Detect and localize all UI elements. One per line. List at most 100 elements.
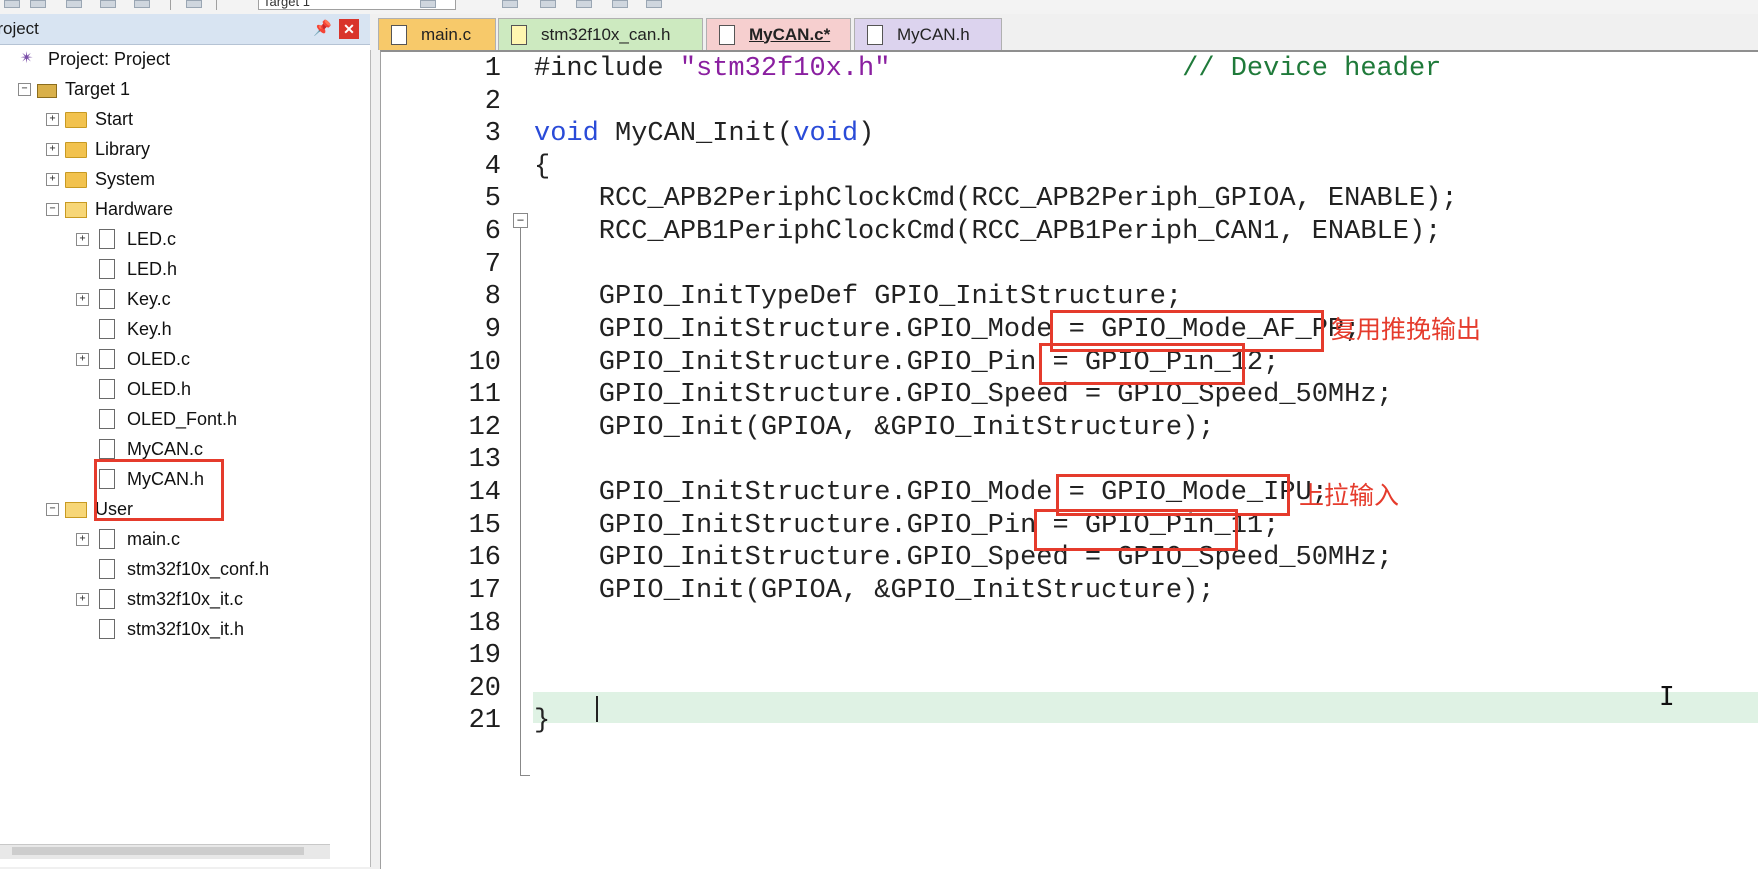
tree-item-label: System xyxy=(95,168,156,189)
mycan-files-highlight xyxy=(94,459,224,521)
toolbar-button[interactable] xyxy=(186,0,202,8)
project-panel-title: Project xyxy=(0,19,39,38)
code-line-16: GPIO_InitStructure.GPIO_Speed = GPIO_Spe… xyxy=(534,543,1393,573)
expand-icon[interactable]: + xyxy=(46,172,59,186)
line-number: 6 xyxy=(484,217,501,247)
line-number: 18 xyxy=(468,609,501,639)
ibeam-cursor-icon: I xyxy=(1659,682,1675,712)
file-icon xyxy=(391,24,407,45)
tab-label: MyCAN.c* xyxy=(749,24,831,44)
tree-item-file[interactable]: OLED_Font.h xyxy=(76,404,237,434)
tree-item-project[interactable]: Project: Project xyxy=(6,44,170,74)
expand-icon[interactable]: + xyxy=(76,592,89,606)
tree-item-target[interactable]: − Target 1 xyxy=(18,74,130,104)
code-line-8: GPIO_InitTypeDef GPIO_InitStructure; xyxy=(534,282,1183,312)
toolbar-button[interactable] xyxy=(502,0,518,8)
close-icon[interactable]: ✕ xyxy=(339,19,359,39)
fold-guide-end xyxy=(520,775,530,776)
line-number: 15 xyxy=(468,511,501,541)
tree-item-file[interactable]: + stm32f10x_it.c xyxy=(76,584,243,614)
af-pp-annotation: 复用推挽输出 xyxy=(1331,315,1482,344)
toolbar-button[interactable] xyxy=(4,0,20,8)
expand-icon[interactable]: + xyxy=(76,232,89,246)
toolbar-button[interactable] xyxy=(576,0,592,8)
line-number: 19 xyxy=(468,641,501,671)
line-number: 9 xyxy=(484,315,501,345)
line-number: 5 xyxy=(484,184,501,214)
pin11-highlight-box xyxy=(1034,509,1238,551)
tree-item-hardware[interactable]: − Hardware xyxy=(46,194,173,224)
project-icon xyxy=(18,48,40,68)
tree-item-file[interactable]: LED.h xyxy=(76,254,177,284)
function-name: MyCAN_Init( xyxy=(598,119,794,149)
line-number: 10 xyxy=(468,348,501,378)
toolbar-button[interactable] xyxy=(646,0,662,8)
expand-icon[interactable]: + xyxy=(76,292,89,306)
toolbar-button[interactable] xyxy=(100,0,116,8)
toolbar-button[interactable] xyxy=(540,0,556,8)
tab-stm32f10x-can-h[interactable]: stm32f10x_can.h xyxy=(498,18,703,50)
tree-item-file[interactable]: stm32f10x_conf.h xyxy=(76,554,269,584)
tab-label: stm32f10x_can.h xyxy=(541,24,671,44)
file-icon xyxy=(99,229,115,249)
keyword: void xyxy=(534,119,599,149)
tree-item-label: Key.h xyxy=(127,318,172,339)
toolbar-button[interactable] xyxy=(30,0,46,8)
string-literal: "stm32f10x.h" xyxy=(679,54,891,84)
code-punct: ) xyxy=(858,119,875,149)
collapse-icon[interactable]: − xyxy=(18,82,31,96)
toolbar-button[interactable] xyxy=(420,0,436,8)
file-icon xyxy=(99,589,115,609)
project-panel: Project 📌 ✕ Project: Project − Target 1 +… xyxy=(0,14,371,867)
file-icon xyxy=(99,289,115,309)
tab-label: main.c xyxy=(421,24,472,44)
toolbar-separator xyxy=(170,0,171,10)
collapse-icon[interactable]: − xyxy=(46,502,59,516)
tab-mycan-c[interactable]: MyCAN.c* xyxy=(706,18,851,50)
file-icon xyxy=(867,24,883,45)
preprocessor-directive: #include xyxy=(534,54,680,84)
tree-item-file[interactable]: stm32f10x_it.h xyxy=(76,614,244,644)
scrollbar-thumb[interactable] xyxy=(12,847,304,855)
tree-item-library[interactable]: + Library xyxy=(46,134,150,164)
toolbar-button[interactable] xyxy=(612,0,628,8)
file-icon xyxy=(99,529,115,549)
toolbar-button[interactable] xyxy=(66,0,82,8)
tree-item-start[interactable]: + Start xyxy=(46,104,133,134)
line-number: 16 xyxy=(468,543,501,573)
expand-icon[interactable]: + xyxy=(46,142,59,156)
tree-item-label: LED.h xyxy=(127,258,178,279)
tree-item-file[interactable]: OLED.h xyxy=(76,374,191,404)
expand-icon[interactable]: + xyxy=(46,112,59,126)
tree-item-file[interactable]: + OLED.c xyxy=(76,344,190,374)
expand-icon[interactable]: + xyxy=(76,352,89,366)
collapse-icon[interactable]: − xyxy=(46,202,59,216)
horizontal-scrollbar[interactable] xyxy=(0,844,330,859)
pin12-highlight-box xyxy=(1039,343,1245,385)
tab-mycan-h[interactable]: MyCAN.h xyxy=(854,18,1002,50)
tree-item-file[interactable]: + LED.c xyxy=(76,224,176,254)
tree-item-label: Hardware xyxy=(95,198,174,219)
toolbar-button[interactable] xyxy=(134,0,150,8)
fold-toggle-icon[interactable]: − xyxy=(513,213,528,228)
pin-icon[interactable]: 📌 xyxy=(313,19,332,37)
tree-item-label: MyCAN.c xyxy=(127,438,203,459)
tree-item-file[interactable]: + Key.c xyxy=(76,284,171,314)
code-editor[interactable]: 1 2 3 4 5 6 7 8 9 10 11 12 13 14 15 16 1… xyxy=(380,50,1758,869)
line-number: 13 xyxy=(468,445,501,475)
tab-main-c[interactable]: main.c xyxy=(378,18,496,50)
file-icon xyxy=(99,409,115,429)
line-number: 17 xyxy=(468,576,501,606)
tree-item-label: Target 1 xyxy=(65,78,131,99)
tree-item-file[interactable]: + main.c xyxy=(76,524,180,554)
tree-item-label: Library xyxy=(95,138,151,159)
line-number: 2 xyxy=(484,87,501,117)
code-line-3: void MyCAN_Init(void) xyxy=(534,119,874,149)
tree-item-label: stm32f10x_it.c xyxy=(127,588,244,609)
line-number: 4 xyxy=(484,152,501,182)
tree-item-system[interactable]: + System xyxy=(46,164,155,194)
fold-guide xyxy=(520,228,521,776)
file-icon xyxy=(99,319,115,339)
expand-icon[interactable]: + xyxy=(76,532,89,546)
tree-item-file[interactable]: Key.h xyxy=(76,314,172,344)
